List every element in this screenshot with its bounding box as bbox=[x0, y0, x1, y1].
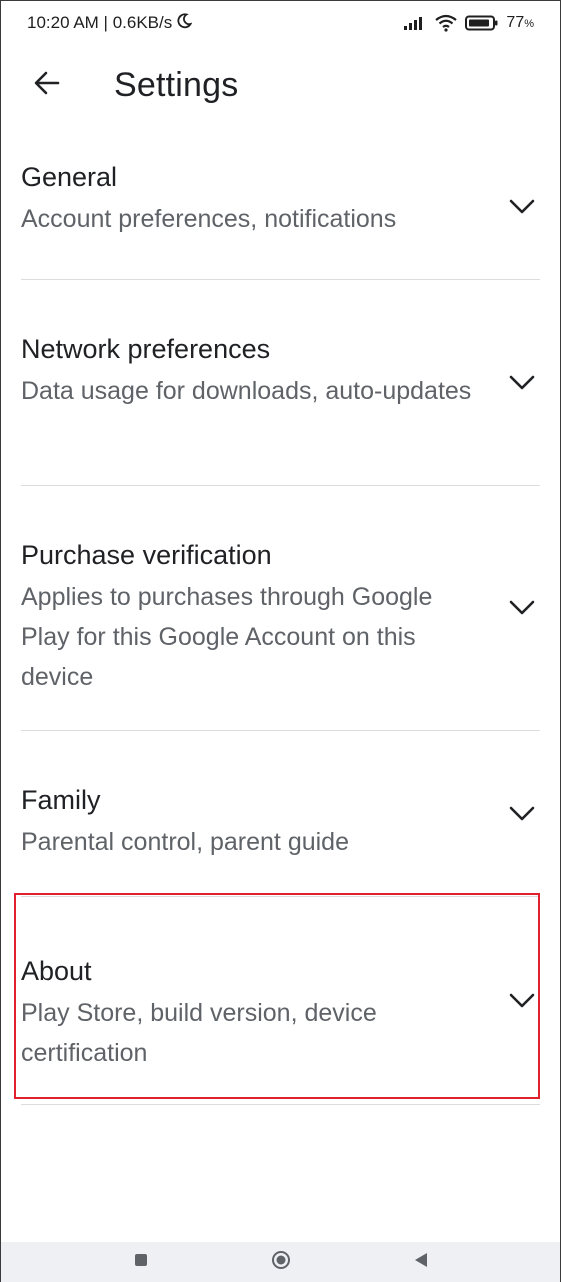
page-title: Settings bbox=[114, 65, 239, 104]
chevron-down-icon[interactable] bbox=[508, 193, 536, 221]
setting-description: Data usage for downloads, auto-updates bbox=[21, 377, 472, 405]
setting-title: Family bbox=[21, 785, 101, 815]
nav-back-button[interactable] bbox=[406, 1247, 436, 1277]
recents-square-icon bbox=[134, 1253, 148, 1272]
setting-about[interactable]: About Play Store, build version, device … bbox=[21, 897, 540, 1105]
chevron-down-icon[interactable] bbox=[508, 369, 536, 397]
chevron-down-icon[interactable] bbox=[508, 800, 536, 828]
settings-list: General Account preferences, notificatio… bbox=[21, 135, 540, 1105]
recents-button[interactable] bbox=[126, 1247, 156, 1277]
setting-title: About bbox=[21, 956, 92, 986]
setting-title: General bbox=[21, 162, 118, 192]
arrow-back-icon bbox=[33, 69, 61, 102]
status-right: 77% bbox=[403, 14, 534, 32]
setting-description: Applies to purchases through Google Play… bbox=[21, 583, 433, 691]
setting-description: Play Store, build version, device certif… bbox=[21, 999, 377, 1067]
home-circle-icon bbox=[271, 1250, 291, 1275]
home-button[interactable] bbox=[266, 1247, 296, 1277]
setting-title: Purchase verification bbox=[21, 540, 272, 570]
app-bar: Settings bbox=[1, 53, 560, 117]
wifi-icon bbox=[434, 14, 458, 32]
setting-description: Account preferences, notifications bbox=[21, 205, 397, 233]
setting-purchase-verification[interactable]: Purchase verification Applies to purchas… bbox=[21, 486, 540, 731]
setting-description: Parental control, parent guide bbox=[21, 828, 349, 856]
setting-network-preferences[interactable]: Network preferences Data usage for downl… bbox=[21, 280, 540, 486]
moon-icon bbox=[176, 12, 193, 34]
status-bar: 10:20 AM | 0.6KB/s 77% bbox=[1, 1, 560, 45]
status-left: 10:20 AM | 0.6KB/s bbox=[27, 12, 193, 34]
setting-family[interactable]: Family Parental control, parent guide bbox=[21, 731, 540, 897]
setting-general[interactable]: General Account preferences, notificatio… bbox=[21, 135, 540, 280]
battery-percent: 77% bbox=[506, 14, 534, 31]
signal-icon bbox=[403, 15, 427, 31]
status-time-speed: 10:20 AM | 0.6KB/s bbox=[27, 13, 173, 32]
battery-icon bbox=[465, 15, 499, 31]
system-nav-bar bbox=[1, 1242, 560, 1282]
back-triangle-icon bbox=[414, 1252, 428, 1273]
chevron-down-icon[interactable] bbox=[508, 594, 536, 622]
setting-title: Network preferences bbox=[21, 334, 271, 364]
back-button[interactable] bbox=[23, 61, 71, 109]
chevron-down-icon[interactable] bbox=[508, 987, 536, 1015]
